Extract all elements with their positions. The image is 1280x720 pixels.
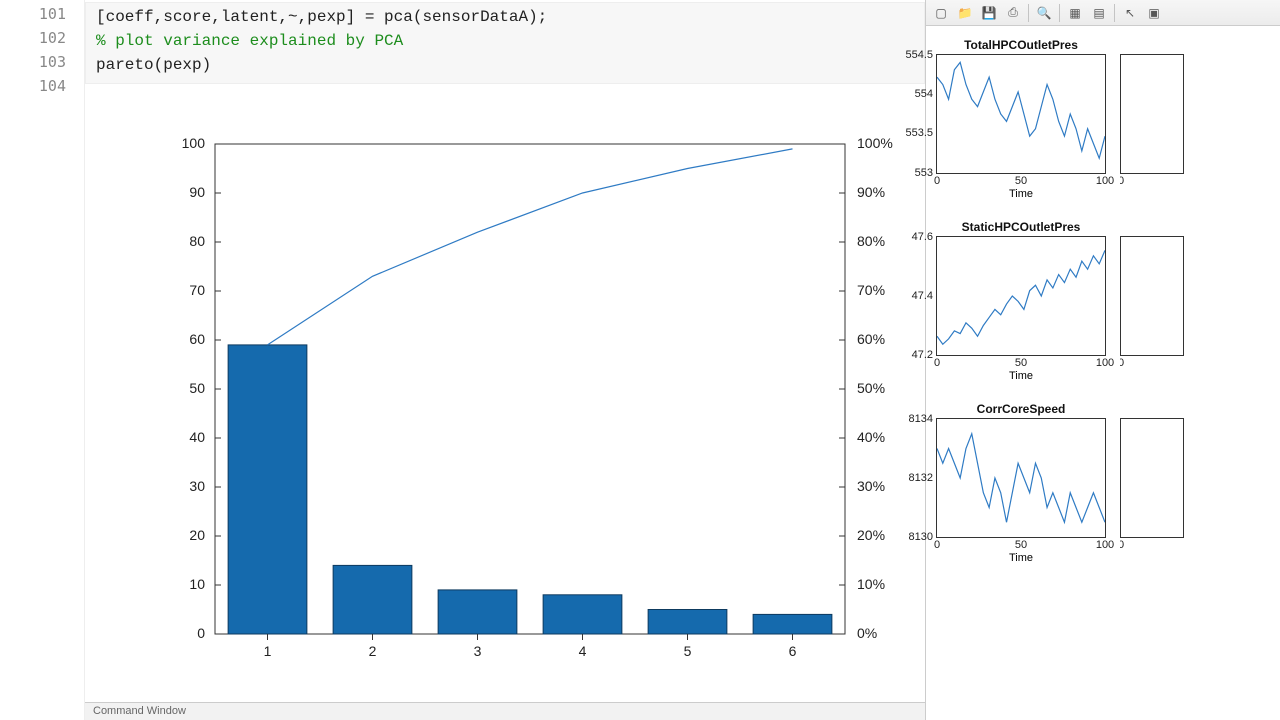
svg-text:20%: 20% bbox=[857, 527, 885, 543]
x-axis-label: Time bbox=[936, 552, 1106, 564]
x-axis-label: Time bbox=[936, 188, 1106, 200]
line-number-gutter: 101 102 103 104 bbox=[0, 0, 85, 720]
svg-text:5: 5 bbox=[684, 643, 692, 659]
figure-panel: ▢ 📁 💾 ⎙ 🔍 ▦ ▤ ↖ ▣ TotalHPCOutletPres 554… bbox=[925, 0, 1280, 720]
print-icon[interactable]: ⎙ bbox=[1004, 4, 1022, 22]
svg-text:100%: 100% bbox=[857, 135, 893, 151]
svg-text:10%: 10% bbox=[857, 576, 885, 592]
subplot-totalhpc[interactable]: TotalHPCOutletPres 554.5 554 553.5 553 0… bbox=[936, 38, 1106, 200]
svg-text:30%: 30% bbox=[857, 478, 885, 494]
svg-text:80: 80 bbox=[189, 233, 205, 249]
svg-text:90: 90 bbox=[189, 184, 205, 200]
status-bar: Command Window bbox=[85, 702, 925, 720]
line-number: 104 bbox=[0, 74, 84, 98]
subplot-title: TotalHPCOutletPres bbox=[936, 38, 1106, 52]
status-text: Command Window bbox=[93, 705, 186, 717]
editor-pane: [coeff,score,latent,~,pexp] = pca(sensor… bbox=[85, 0, 925, 720]
svg-text:70%: 70% bbox=[857, 282, 885, 298]
pareto-chart[interactable]: 0 10 20 30 40 50 60 70 80 90 100 0% 10% 20% 30% 40% 50% 6… bbox=[145, 124, 925, 684]
svg-text:4: 4 bbox=[579, 643, 587, 659]
svg-text:60: 60 bbox=[189, 331, 205, 347]
svg-text:0%: 0% bbox=[857, 625, 877, 641]
svg-text:0: 0 bbox=[197, 625, 205, 641]
subplot-title: CorrCoreSpeed bbox=[936, 402, 1106, 416]
svg-text:3: 3 bbox=[474, 643, 482, 659]
figure-toolbar: ▢ 📁 💾 ⎙ 🔍 ▦ ▤ ↖ ▣ bbox=[926, 0, 1280, 26]
subplot-title: StaticHPCOutletPres bbox=[936, 220, 1106, 234]
new-icon[interactable]: ▢ bbox=[932, 4, 950, 22]
svg-text:1: 1 bbox=[264, 643, 272, 659]
subplot-corrcorespeed[interactable]: CorrCoreSpeed 8134 8132 8130 0 50 100 Ti… bbox=[936, 402, 1106, 564]
legend-icon[interactable]: ▣ bbox=[1145, 4, 1163, 22]
svg-text:2: 2 bbox=[369, 643, 377, 659]
open-icon[interactable]: 📁 bbox=[956, 4, 974, 22]
svg-text:50: 50 bbox=[189, 380, 205, 396]
code-line-comment: % plot variance explained by PCA bbox=[96, 29, 914, 53]
data-cursor-icon[interactable]: ▤ bbox=[1090, 4, 1108, 22]
line-number: 103 bbox=[0, 50, 84, 74]
code-line: [coeff,score,latent,~,pexp] = pca(sensor… bbox=[96, 5, 914, 29]
line-number: 102 bbox=[0, 26, 84, 50]
save-icon[interactable]: 💾 bbox=[980, 4, 998, 22]
svg-text:70: 70 bbox=[189, 282, 205, 298]
svg-text:6: 6 bbox=[789, 643, 797, 659]
toolbar-separator bbox=[1028, 4, 1029, 22]
svg-text:30: 30 bbox=[189, 478, 205, 494]
subplot-partial-right3[interactable]: 8.44 8.42 8.4 0 bbox=[1120, 402, 1184, 564]
code-block[interactable]: [coeff,score,latent,~,pexp] = pca(sensor… bbox=[85, 2, 925, 84]
subplot-statichpc[interactable]: StaticHPCOutletPres 47.6 47.4 47.2 0 50 … bbox=[936, 220, 1106, 382]
toolbar-separator bbox=[1059, 4, 1060, 22]
svg-text:80%: 80% bbox=[857, 233, 885, 249]
x-axis-label: Time bbox=[936, 370, 1106, 382]
code-line: pareto(pexp) bbox=[96, 53, 914, 77]
svg-text:10: 10 bbox=[189, 576, 205, 592]
svg-text:20: 20 bbox=[189, 527, 205, 543]
zoom-icon[interactable]: ▦ bbox=[1066, 4, 1084, 22]
svg-text:90%: 90% bbox=[857, 184, 885, 200]
pointer-icon[interactable]: ↖ bbox=[1121, 4, 1139, 22]
subplot-grid: TotalHPCOutletPres 554.5 554 553.5 553 0… bbox=[926, 26, 1280, 564]
svg-text:50%: 50% bbox=[857, 380, 885, 396]
svg-text:60%: 60% bbox=[857, 331, 885, 347]
svg-text:40: 40 bbox=[189, 429, 205, 445]
subplot-partial-right1[interactable]: 2388.12 2388.1 2388.08 2388.06 2388.04 0 bbox=[1120, 38, 1184, 200]
toolbar-separator bbox=[1114, 4, 1115, 22]
inspect-icon[interactable]: 🔍 bbox=[1035, 4, 1053, 22]
line-number: 101 bbox=[0, 2, 84, 26]
subplot-partial-right2[interactable]: 522.5 522 521.5 521 0 bbox=[1120, 220, 1184, 382]
svg-text:100: 100 bbox=[182, 135, 206, 151]
svg-text:40%: 40% bbox=[857, 429, 885, 445]
